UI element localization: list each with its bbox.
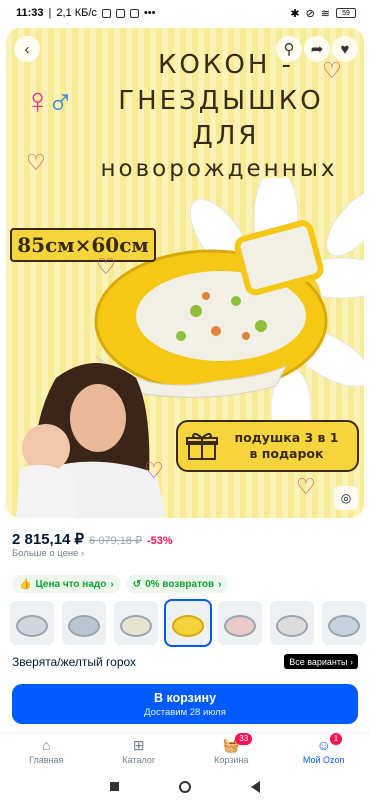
time: 11:33 (16, 7, 44, 19)
variant-thumbnail[interactable] (270, 601, 314, 645)
hero-title-line-4: новорожденных (100, 156, 338, 182)
back-system-button[interactable] (251, 780, 260, 793)
old-price: 6 079,18 ₽ (89, 535, 142, 547)
chevron-right-icon: › (110, 578, 114, 590)
battery-icon: 59 (336, 8, 356, 18)
thumb-up-icon: 👍 (19, 578, 32, 590)
gift-badge: подушка 3 в 1 в подарок (176, 420, 359, 472)
all-variants-button[interactable]: Все варианты › (284, 654, 358, 669)
chevron-left-icon: ‹ (24, 40, 30, 58)
variant-thumbnails (10, 599, 366, 647)
notification-icon (101, 8, 111, 18)
hero-title-line-1: КОКОН - (157, 50, 295, 80)
profile-badge: 1 (329, 733, 343, 745)
profile-icon: ☺ (316, 736, 331, 753)
back-button[interactable]: ‹ (14, 36, 40, 62)
chips-row: 👍 Цена что надо › ↺ 0% возвратов › (12, 575, 229, 593)
heart-decoration-icon: ♡ (96, 254, 116, 279)
heart-decoration-icon: ♡ (26, 150, 46, 175)
delivery-date: Доставим 28 июля (144, 706, 226, 718)
catalog-grid-icon: ⊞ (132, 736, 145, 753)
gender-icon: ♀♂ (24, 80, 74, 121)
image-search-icon: ◎ (340, 491, 352, 505)
cart-badge: 33 (235, 733, 253, 745)
size-label: 85см×60см (10, 228, 156, 262)
mute-icon: ⊘ (305, 7, 315, 20)
variant-name: Зверята/желтый горох (12, 655, 137, 669)
wifi-icon: ≋ (320, 7, 330, 20)
add-to-cart-button[interactable]: В корзину Доставим 28 июля (12, 684, 358, 724)
current-price: 2 815,14 ₽ (12, 531, 85, 548)
variant-thumbnail[interactable] (62, 601, 106, 645)
home-button[interactable] (179, 780, 191, 793)
heart-decoration-icon: ♡ (322, 58, 342, 83)
notification-icon-3 (129, 8, 139, 18)
home-icon: ⌂ (42, 736, 51, 753)
add-to-cart-label: В корзину (153, 690, 217, 705)
chip-zero-returns[interactable]: ↺ 0% возвратов › (125, 575, 229, 593)
nav-profile[interactable]: ☺ 1 Мой Ozon (284, 733, 364, 768)
mother-baby-photo (16, 363, 166, 518)
chevron-right-icon: › (218, 578, 222, 590)
heart-decoration-icon: ♡ (144, 458, 164, 483)
return-icon: ↺ (132, 578, 142, 590)
chip-good-price[interactable]: 👍 Цена что надо › (12, 575, 121, 593)
bottom-navigation: ⌂ Главная ⊞ Каталог 🧺 33 Корзина ☺ 1 Мой… (0, 732, 370, 768)
gift-line-1: подушка 3 в 1 (234, 430, 339, 446)
nav-cart[interactable]: 🧺 33 Корзина (191, 733, 271, 768)
variant-thumbnail[interactable] (114, 601, 158, 645)
hero-title-line-2: ГНЕЗДЫШКО (118, 86, 324, 116)
more-about-price-link[interactable]: Больше о цене › (12, 548, 84, 559)
price-row: 2 815,14 ₽ 6 079,18 ₽ -53% (12, 530, 173, 548)
discount-badge: -53% (146, 535, 173, 547)
hero-title-line-3: ДЛЯ (192, 121, 260, 151)
network-speed: 2,1 КБ/с (56, 7, 97, 19)
status-bar: 11:33 | 2,1 КБ/с ••• ✱ ⊘ ≋ 59 (0, 0, 370, 26)
recents-button[interactable] (110, 782, 119, 791)
nav-home[interactable]: ⌂ Главная (6, 733, 86, 768)
image-search-button[interactable]: ◎ (334, 486, 358, 510)
variant-thumbnail[interactable] (10, 601, 54, 645)
gift-icon (186, 432, 218, 460)
nav-catalog[interactable]: ⊞ Каталог (99, 733, 179, 768)
heart-decoration-icon: ♡ (296, 474, 316, 499)
bluetooth-icon: ✱ (290, 7, 300, 20)
gift-line-2: в подарок (249, 446, 324, 461)
product-image[interactable]: ‹ ⚲ ➦ ♥ ♀♂ КОКОН - ГНЕЗДЫШКО ДЛЯ новорож… (6, 28, 364, 518)
variant-thumbnail-selected[interactable] (164, 599, 212, 647)
more-notifications: ••• (143, 7, 156, 19)
system-navigation (0, 770, 370, 803)
notification-icon-2 (115, 8, 125, 18)
variant-thumbnail[interactable] (218, 601, 262, 645)
variant-thumbnail[interactable] (322, 601, 366, 645)
